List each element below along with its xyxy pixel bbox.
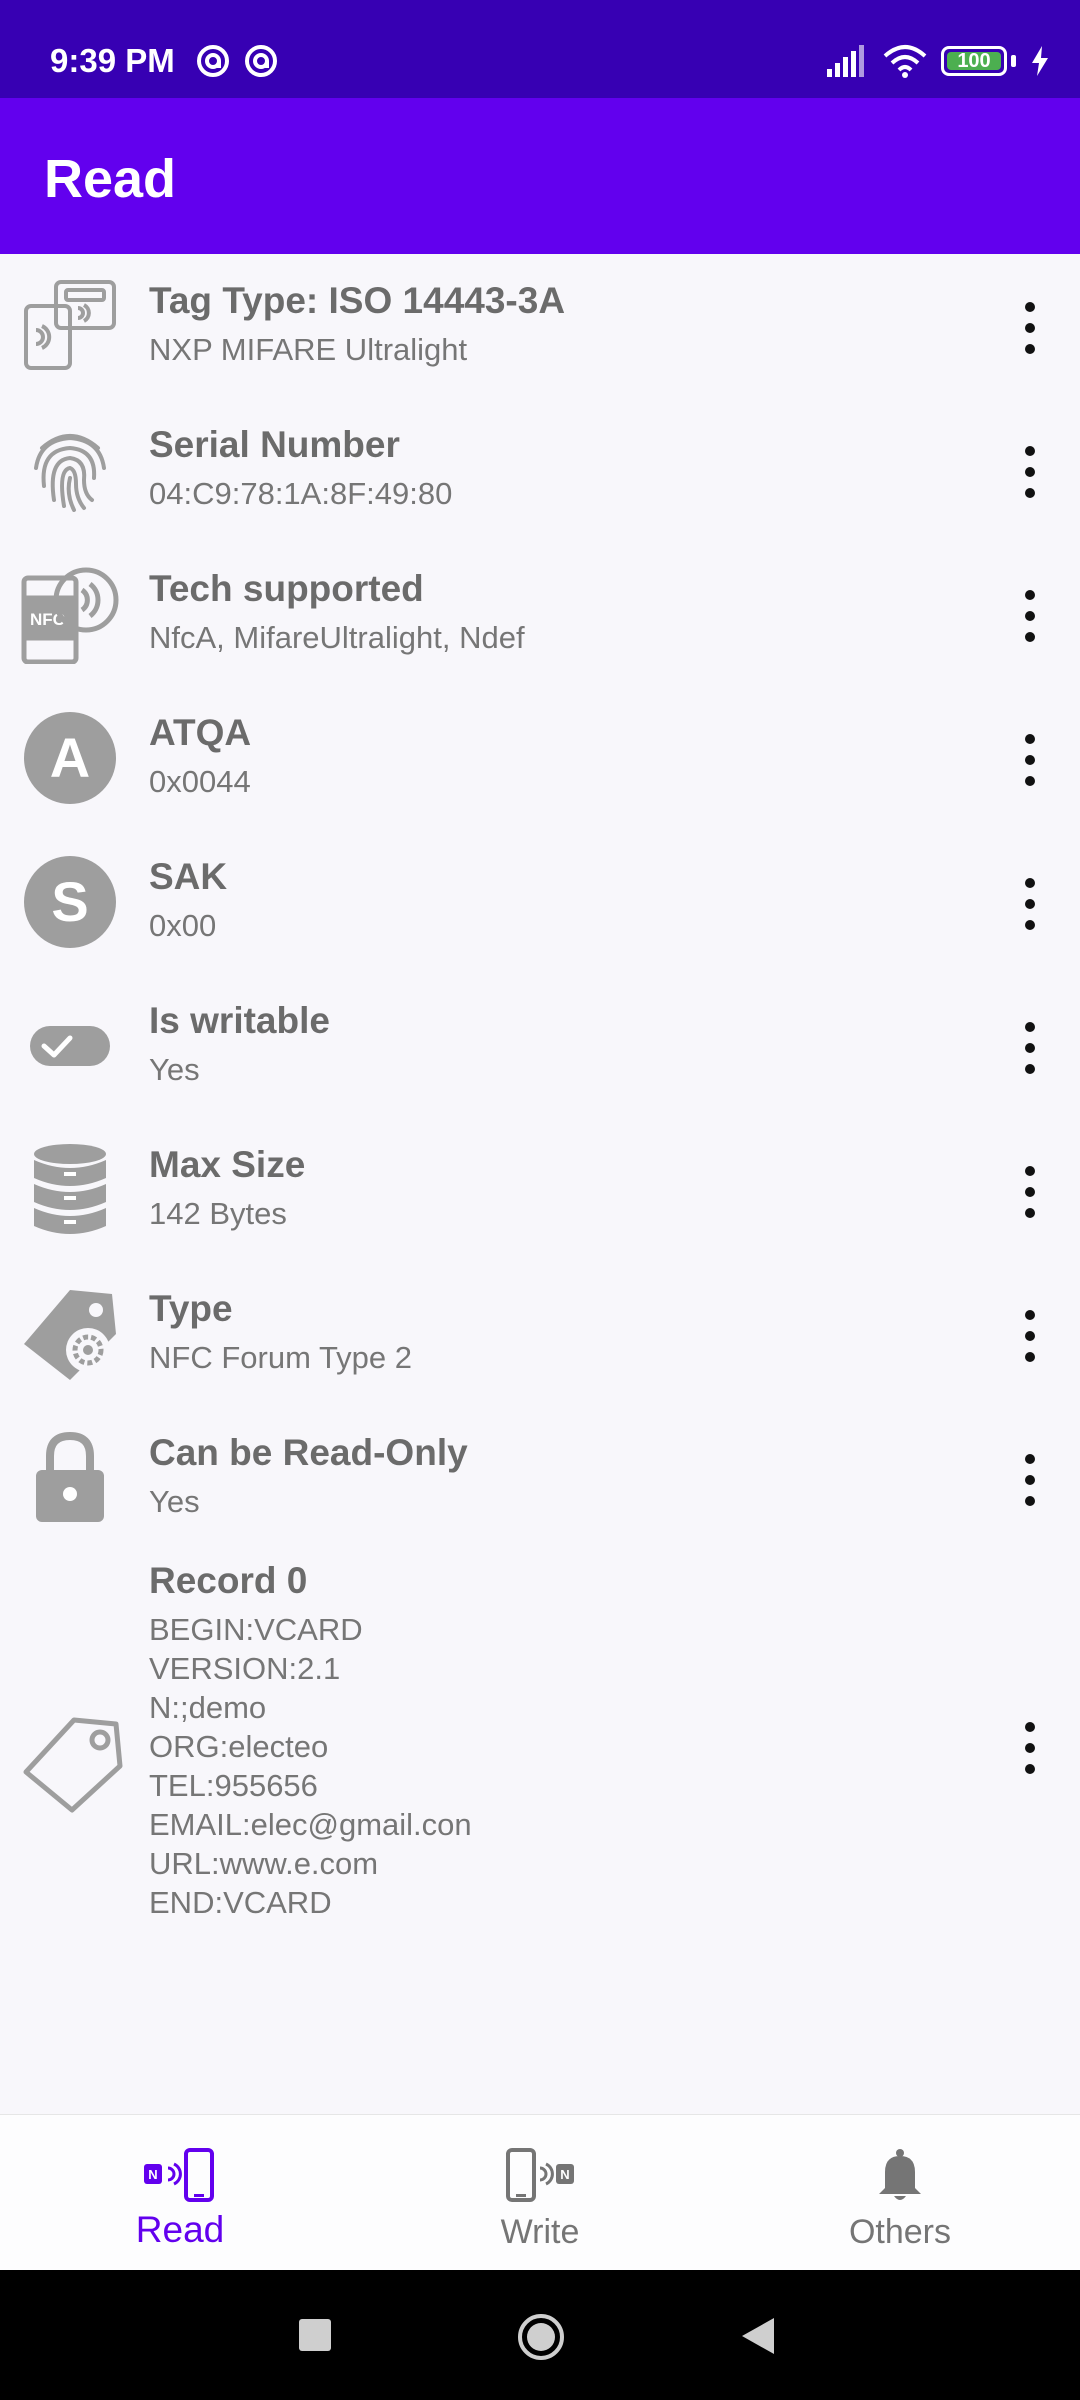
status-time: 9:39 PM [50,42,175,79]
more-options-icon[interactable] [1022,878,1038,930]
item-subtitle: 04:C9:78:1A:8F:49:80 [149,476,453,511]
wifi-icon [883,45,927,78]
nfc-phone-icon: NFC [20,564,120,664]
status-right-icons: 100 [825,44,1050,78]
list-item-is-writable[interactable]: Is writable Yes [0,974,1080,1118]
letter-s-icon: S [20,852,120,952]
nav-item-others[interactable]: Others [720,2115,1080,2271]
tag-gear-icon [20,1284,120,1384]
record-line: N:;demo [149,1690,267,1725]
list-item-sak[interactable]: S SAK 0x00 [0,830,1080,974]
battery-icon: 100 [941,46,1007,76]
item-title: Serial Number [149,424,400,465]
page-title: Read [44,149,177,209]
item-subtitle: NXP MIFARE Ultralight [149,332,468,367]
record-line: END:VCARD [149,1885,332,1920]
more-options-icon[interactable] [1022,1022,1038,1074]
back-icon[interactable] [740,2316,776,2356]
record-line: BEGIN:VCARD [149,1612,363,1647]
battery-level: 100 [957,49,991,72]
item-title: ATQA [149,712,252,753]
letter-a-icon: A [20,708,120,808]
signal-icon [827,45,864,77]
tag-outline-icon [20,1710,124,1814]
item-title: Tag Type: ISO 14443-3A [149,280,566,321]
nfc-write-icon: N [495,2145,585,2205]
more-options-icon[interactable] [1022,1310,1038,1362]
record-line: EMAIL:elec@gmail.con [149,1807,472,1842]
app-bar: Read [0,98,1080,254]
item-title: Tech supported [149,568,424,609]
list-item-tech-supported[interactable]: NFC Tech supported NfcA, MifareUltraligh… [0,542,1080,686]
nav-item-read[interactable]: N Read [0,2115,360,2271]
more-options-icon[interactable] [1022,302,1038,354]
item-subtitle: Yes [149,1052,200,1087]
status-notification-icons [196,44,278,78]
item-subtitle: NfcA, MifareUltralight, Ndef [149,620,525,655]
database-icon [20,1140,120,1240]
item-subtitle: Yes [149,1484,200,1519]
list-item-tag-type[interactable]: Tag Type: ISO 14443-3A NXP MIFARE Ultral… [0,254,1080,398]
bell-icon [855,2145,945,2205]
record-line: VERSION:2.1 [149,1651,341,1686]
record-line: URL:www.e.com [149,1846,379,1881]
item-title: SAK [149,856,228,897]
record-title: Record 0 [149,1560,308,1601]
item-title: Is writable [149,1000,330,1041]
nav-label: Read [135,2209,225,2250]
lock-icon [20,1428,120,1528]
list-item-read-only[interactable]: Can be Read-Only Yes [0,1406,1080,1550]
item-title: Max Size [149,1144,306,1185]
status-bar: 9:39 PM 100 [0,0,1080,98]
at-sign-icon [197,45,229,77]
list-item-record-0[interactable]: Record 0 BEGIN:VCARD VERSION:2.1 N:;demo… [0,1550,1080,1950]
more-options-icon[interactable] [1022,1454,1038,1506]
svg-text:A: A [50,726,90,789]
bottom-navigation: N Read N Write Others [0,2114,1080,2270]
more-options-icon[interactable] [1022,734,1038,786]
fingerprint-icon [20,420,120,520]
more-options-icon[interactable] [1022,1722,1038,1774]
recents-icon[interactable] [298,2318,332,2352]
item-title: Can be Read-Only [149,1432,468,1473]
more-options-icon[interactable] [1022,446,1038,498]
home-icon[interactable] [516,2312,566,2362]
item-subtitle: 142 Bytes [149,1196,287,1231]
svg-text:N: N [560,2167,569,2182]
record-line: ORG:electeo [149,1729,329,1764]
nav-label: Others [848,2213,952,2251]
nav-item-write[interactable]: N Write [360,2115,720,2271]
tag-info-list: Tag Type: ISO 14443-3A NXP MIFARE Ultral… [0,254,1080,1950]
item-subtitle: NFC Forum Type 2 [149,1340,413,1375]
record-line: TEL:955656 [149,1768,318,1803]
battery-tip [1011,55,1016,67]
list-item-max-size[interactable]: Max Size 142 Bytes [0,1118,1080,1262]
svg-text:S: S [51,870,88,933]
item-title: Type [149,1288,233,1329]
nav-label: Write [500,2213,580,2251]
more-options-icon[interactable] [1022,1166,1038,1218]
list-item-type[interactable]: Type NFC Forum Type 2 [0,1262,1080,1406]
system-navigation-bar [0,2270,1080,2400]
list-item-serial-number[interactable]: Serial Number 04:C9:78:1A:8F:49:80 [0,398,1080,542]
list-item-atqa[interactable]: A ATQA 0x0044 [0,686,1080,830]
nfc-cards-icon [20,276,120,376]
record-content: BEGIN:VCARD VERSION:2.1 N:;demo ORG:elec… [149,1610,472,1922]
item-subtitle: 0x00 [149,908,217,943]
item-subtitle: 0x0044 [149,764,251,799]
more-options-icon[interactable] [1022,590,1038,642]
charging-bolt-icon [1032,46,1048,76]
toggle-check-icon [20,996,120,1096]
svg-text:N: N [148,2167,157,2182]
at-sign-icon [245,45,277,77]
nfc-read-icon: N [135,2145,225,2205]
